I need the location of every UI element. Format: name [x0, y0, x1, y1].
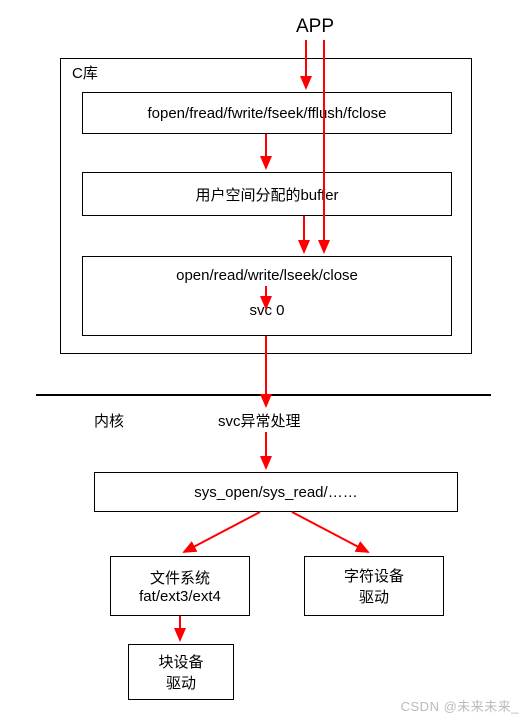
filesystem-box: 文件系统 fat/ext3/ext4 — [110, 556, 250, 616]
syscall-text: sys_open/sys_read/…… — [194, 484, 357, 501]
c-lib-open-box: open/read/write/lseek/close svc 0 — [82, 256, 452, 336]
blockdev-text1: 块设备 — [158, 651, 203, 672]
divider-line — [36, 394, 491, 396]
c-lib-buffer-box: 用户空间分配的buffer — [82, 172, 452, 216]
c-lib-label: C库 — [72, 62, 98, 83]
blockdev-text2: 驱动 — [166, 672, 196, 693]
c-lib-fopen-box: fopen/fread/fwrite/fseek/fflush/fclose — [82, 92, 452, 134]
c-lib-fopen-text: fopen/fread/fwrite/fseek/fflush/fclose — [147, 105, 386, 122]
chardev-text1: 字符设备 — [344, 565, 404, 586]
app-label: APP — [296, 16, 334, 38]
watermark: CSDN @未来未来_ — [401, 696, 519, 715]
kernel-label: 内核 — [94, 410, 124, 431]
chardev-box: 字符设备 驱动 — [304, 556, 444, 616]
c-lib-open-text: open/read/write/lseek/close — [176, 267, 358, 284]
svc-handler-label: svc异常处理 — [218, 410, 301, 431]
blockdev-box: 块设备 驱动 — [128, 644, 234, 700]
filesystem-text2: fat/ext3/ext4 — [139, 588, 221, 605]
syscall-box: sys_open/sys_read/…… — [94, 472, 458, 512]
c-lib-svc0-text: svc 0 — [249, 302, 284, 319]
chardev-text2: 驱动 — [359, 586, 389, 607]
c-lib-buffer-text: 用户空间分配的buffer — [195, 184, 338, 205]
filesystem-text1: 文件系统 — [150, 567, 210, 588]
